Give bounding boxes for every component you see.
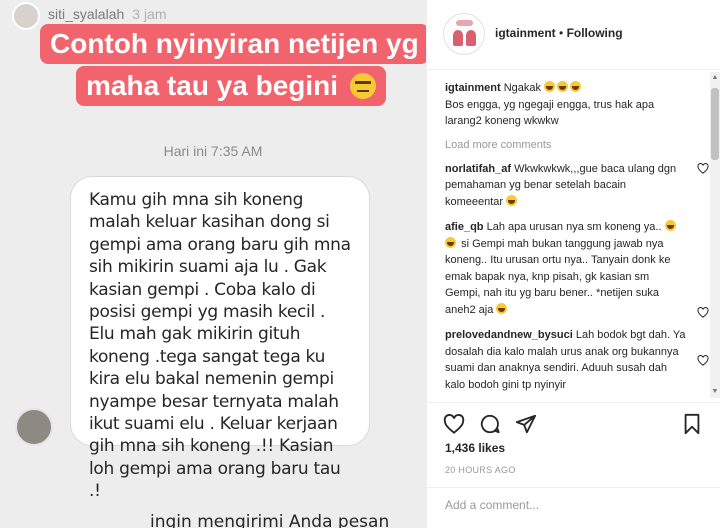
account-username-link[interactable]: igtainment <box>495 26 556 40</box>
likes-count[interactable]: 1,436 likes <box>445 441 505 455</box>
comment-username[interactable]: prelovedandnew_bysuci <box>445 329 573 341</box>
header-account-line: igtainment • Following <box>495 26 623 40</box>
logo-shape <box>453 30 463 46</box>
story-caption-line-1: Contoh nyinyiran netijen yg <box>40 24 426 64</box>
comment-bubble-icon[interactable] <box>479 413 501 435</box>
story-caption-line-2-text: maha tau ya begini <box>86 70 339 101</box>
comment-username[interactable]: norlatifah_af <box>445 163 511 175</box>
load-more-comments-link[interactable]: Load more comments <box>445 139 687 151</box>
comment-text: Lah apa urusan nya sm koneng ya.. <box>486 221 662 233</box>
scroll-down-arrow-icon[interactable]: ▼ <box>711 388 719 396</box>
laughing-emoji-icon <box>506 194 518 206</box>
comment-like-heart-icon[interactable] <box>697 162 709 174</box>
message-day-label: Hari ini 7:35 AM <box>163 143 263 159</box>
laughing-emoji-icon <box>557 81 569 92</box>
story-time: 3 jam <box>132 6 167 22</box>
story-caption-banner: Contoh nyinyiran netijen yg maha tau ya … <box>40 24 426 112</box>
scroll-up-arrow-icon[interactable]: ▲ <box>711 74 719 82</box>
logo-shape <box>466 30 476 46</box>
caption-text-start: Ngakak <box>503 82 541 94</box>
post-timestamp[interactable]: 20 HOURS AGO <box>445 465 516 475</box>
laughing-emoji-icon <box>664 220 676 231</box>
sender-avatar <box>15 408 53 446</box>
laughing-emoji-icon <box>570 81 582 92</box>
comment-text-continued: si Gempi mah bukan tanggung jawab nya ko… <box>445 237 671 316</box>
story-username-text: siti_syalalah <box>48 6 125 22</box>
story-caption-line-2: maha tau ya begini <box>76 66 386 106</box>
post-sidebar: igtainment • Following igtainment Ngakak… <box>426 0 720 528</box>
logo-shape <box>456 20 473 26</box>
comments-list: igtainment Ngakak Bos engga, yg ngegaji … <box>427 70 720 402</box>
post-actions: 1,436 likes 20 HOURS AGO <box>427 402 720 522</box>
reply-hint: ingin mengirimi Anda pesan <box>150 512 390 528</box>
laughing-emoji-icon <box>496 302 508 314</box>
caption-username[interactable]: igtainment <box>445 82 501 94</box>
post-header: igtainment • Following <box>427 0 720 70</box>
bookmark-icon[interactable] <box>681 413 703 435</box>
post-media[interactable]: siti_syalalah 3 jam Contoh nyinyiran neti… <box>0 0 426 528</box>
story-avatar <box>12 2 40 30</box>
comment-like-heart-icon[interactable] <box>697 355 709 366</box>
like-heart-icon[interactable] <box>443 413 465 435</box>
post-caption: igtainment Ngakak Bos engga, yg ngegaji … <box>445 80 687 130</box>
scrollbar-thumb[interactable] <box>711 88 719 160</box>
message-bubble: Kamu gih mna sih koneng malah keluar kas… <box>70 176 370 501</box>
message-text: Kamu gih mna sih koneng malah keluar kas… <box>89 190 351 502</box>
comment-like-heart-icon[interactable] <box>697 307 709 318</box>
expressionless-face-icon <box>349 73 376 99</box>
add-comment-input[interactable] <box>445 498 695 512</box>
account-avatar[interactable] <box>443 13 485 55</box>
header-separator: • <box>559 26 564 40</box>
comments-scrollbar[interactable]: ▲ ▼ <box>710 72 720 398</box>
comment-item: afie_qb Lah apa urusan nya sm koneng ya.… <box>445 219 709 318</box>
caption-text-end: Bos engga, yg ngegaji engga, trus hak ap… <box>445 98 655 128</box>
story-username: siti_syalalah 3 jam <box>48 6 167 22</box>
comment-username[interactable]: afie_qb <box>445 221 484 233</box>
laughing-emoji-icon <box>544 81 556 92</box>
comment-item: norlatifah_af Wkwkwkwk,,,gue baca ulang … <box>445 161 709 211</box>
comment-item: prelovedandnew_bysuci Lah bodok bgt dah.… <box>445 327 709 393</box>
add-comment-bar <box>427 487 720 523</box>
laughing-emoji-icon <box>445 236 456 248</box>
following-button[interactable]: Following <box>567 26 623 40</box>
share-icon[interactable] <box>515 413 537 435</box>
